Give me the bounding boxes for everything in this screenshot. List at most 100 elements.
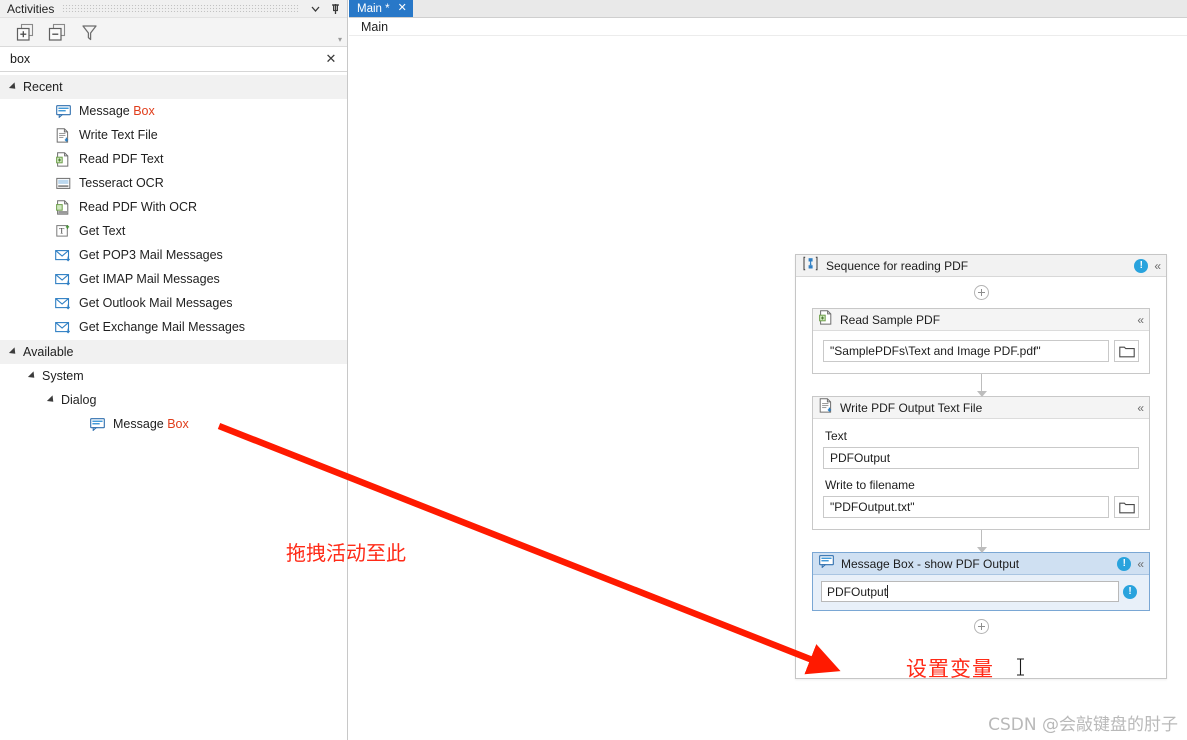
- activity-body: PDFOutput !: [813, 575, 1149, 610]
- activity-item-get-outlook-mail-messages[interactable]: Get Outlook Mail Messages: [0, 291, 347, 315]
- activity-title: Read Sample PDF: [840, 312, 941, 327]
- activity-title: Message Box - show PDF Output: [841, 556, 1020, 571]
- panel-title: Activities: [7, 1, 55, 16]
- collapse-all-button[interactable]: [44, 21, 70, 43]
- text-cursor-icon: [1017, 658, 1024, 676]
- field-label-text: Text: [825, 429, 848, 443]
- field-row: "PDFOutput.txt": [823, 496, 1139, 518]
- tree-node-dialog[interactable]: Dialog: [0, 388, 347, 412]
- sequence-icon: [803, 256, 818, 276]
- mail-icon: [54, 319, 72, 335]
- field-row: "SamplePDFs\Text and Image PDF.pdf": [823, 340, 1139, 362]
- flow-connector: [976, 530, 987, 553]
- sequence-header[interactable]: Sequence for reading PDF ! «: [796, 255, 1166, 277]
- toolbar-resize-grip[interactable]: ▾: [338, 35, 342, 44]
- pdf-file-path-input[interactable]: "SamplePDFs\Text and Image PDF.pdf": [823, 340, 1109, 362]
- group-header-recent[interactable]: Recent: [0, 75, 347, 99]
- browse-folder-button[interactable]: [1114, 340, 1139, 362]
- activities-tree: Recent Message Box Write Text File Read …: [0, 73, 347, 740]
- expand-triangle-icon: [46, 395, 57, 405]
- message-box-icon: [819, 554, 834, 573]
- group-header-available[interactable]: Available: [0, 340, 347, 364]
- activity-body: "SamplePDFs\Text and Image PDF.pdf": [813, 331, 1149, 373]
- activity-item-get-text[interactable]: T Get Text: [0, 219, 347, 243]
- clear-search-icon[interactable]: ✕: [323, 51, 339, 67]
- expand-triangle-icon: [27, 371, 38, 381]
- activity-message-box-show-pdf-output[interactable]: Message Box - show PDF Output ! « PDFOut…: [812, 552, 1150, 611]
- activity-write-pdf-output-text-file[interactable]: Write PDF Output Text File « Text PDFOut…: [812, 396, 1150, 530]
- mail-icon: [54, 295, 72, 311]
- collapse-chevron-icon[interactable]: «: [1137, 558, 1144, 570]
- mail-icon: [54, 247, 72, 263]
- activity-item-write-text-file[interactable]: Write Text File: [0, 123, 347, 147]
- expand-triangle-icon: [8, 82, 19, 92]
- activity-item-label: Message Box: [79, 104, 155, 118]
- tree-node-label: Dialog: [61, 393, 97, 407]
- search-input[interactable]: [10, 52, 323, 66]
- tab-label: Main *: [357, 2, 390, 15]
- activity-header[interactable]: Write PDF Output Text File «: [813, 397, 1149, 419]
- sequence-title: Sequence for reading PDF: [826, 258, 969, 273]
- activity-item-get-exchange-mail-messages[interactable]: Get Exchange Mail Messages: [0, 315, 347, 339]
- output-filename-input[interactable]: "PDFOutput.txt": [823, 496, 1109, 518]
- activity-header[interactable]: Read Sample PDF «: [813, 309, 1149, 331]
- message-box-text-input[interactable]: PDFOutput: [821, 581, 1119, 602]
- designer-area: Main * ✕ Main Sequence for reading PDF !…: [349, 0, 1187, 740]
- add-activity-button-bottom[interactable]: [973, 619, 989, 634]
- info-badge-icon[interactable]: !: [1123, 584, 1137, 599]
- collapse-chevron-icon[interactable]: «: [1137, 314, 1144, 326]
- get-text-icon: T: [54, 223, 72, 239]
- activity-item-available-message-box[interactable]: Message Box: [0, 412, 347, 436]
- field-row: PDFOutput: [823, 447, 1139, 469]
- tree-node-system[interactable]: System: [0, 364, 347, 388]
- activity-header[interactable]: Message Box - show PDF Output ! «: [813, 553, 1149, 575]
- text-caret: [887, 585, 889, 598]
- group-label: Recent: [23, 80, 63, 94]
- activity-item-label: Get Text: [79, 224, 126, 238]
- search-row: ✕: [0, 47, 347, 72]
- activity-item-read-pdf-text[interactable]: Read PDF Text: [0, 147, 347, 171]
- app-window: Activities ▾ box ✕ Recent Message Box Wr…: [0, 0, 1187, 740]
- close-icon[interactable]: ✕: [398, 3, 407, 14]
- tab-main[interactable]: Main * ✕: [349, 0, 413, 17]
- pin-icon[interactable]: [327, 1, 343, 17]
- activity-item-get-pop3-mail-messages[interactable]: Get POP3 Mail Messages: [0, 243, 347, 267]
- filter-button[interactable]: [76, 21, 102, 43]
- add-activity-button-top[interactable]: [973, 285, 989, 300]
- breadcrumb-item-main[interactable]: Main: [361, 20, 388, 34]
- activities-panel: Activities ▾ box ✕ Recent Message Box Wr…: [0, 0, 348, 740]
- collapse-chevron-icon[interactable]: «: [1137, 402, 1144, 414]
- activity-item-message-box[interactable]: Message Box: [0, 99, 347, 123]
- sequence-container[interactable]: Sequence for reading PDF ! « Read Sample…: [795, 254, 1167, 679]
- tesseract-ocr-icon: [54, 175, 72, 191]
- activity-item-label: Get IMAP Mail Messages: [79, 272, 220, 286]
- watermark-text: CSDN @会敲键盘的肘子: [988, 715, 1178, 735]
- read-pdf-text-icon: [819, 309, 833, 330]
- activity-item-read-pdf-with-ocr[interactable]: Read PDF With OCR: [0, 195, 347, 219]
- info-badge-icon[interactable]: !: [1117, 556, 1132, 571]
- text-value-input[interactable]: PDFOutput: [823, 447, 1139, 469]
- activity-item-label: Read PDF Text: [79, 152, 164, 166]
- info-badge-icon[interactable]: !: [1134, 258, 1149, 273]
- expand-all-button[interactable]: [12, 21, 38, 43]
- mail-icon: [54, 271, 72, 287]
- annotation-set-variable-text: 设置变量: [906, 657, 994, 681]
- message-box-text-value: PDFOutput: [827, 584, 888, 599]
- collapse-chevron-icon[interactable]: «: [1154, 260, 1161, 272]
- flow-connector: [976, 374, 987, 397]
- activity-item-tesseract-ocr[interactable]: Tesseract OCR: [0, 171, 347, 195]
- field-label-write-to-filename: Write to filename: [825, 478, 915, 492]
- chevron-down-icon[interactable]: [307, 1, 323, 17]
- write-text-file-icon: [819, 397, 833, 418]
- activity-item-label: Get Outlook Mail Messages: [79, 296, 233, 310]
- activity-read-sample-pdf[interactable]: Read Sample PDF « "SamplePDFs\Text and I…: [812, 308, 1150, 374]
- message-box-icon: [54, 103, 72, 119]
- activity-item-label: Get POP3 Mail Messages: [79, 248, 223, 262]
- message-box-icon: [88, 416, 106, 432]
- activity-item-label: Tesseract OCR: [79, 176, 164, 190]
- activity-item-get-imap-mail-messages[interactable]: Get IMAP Mail Messages: [0, 267, 347, 291]
- browse-folder-button[interactable]: [1114, 496, 1139, 518]
- sequence-body: Read Sample PDF « "SamplePDFs\Text and I…: [796, 285, 1166, 634]
- activity-body: Text PDFOutput Write to filename "PDFOut…: [813, 419, 1149, 529]
- activities-toolbar: ▾: [0, 18, 347, 47]
